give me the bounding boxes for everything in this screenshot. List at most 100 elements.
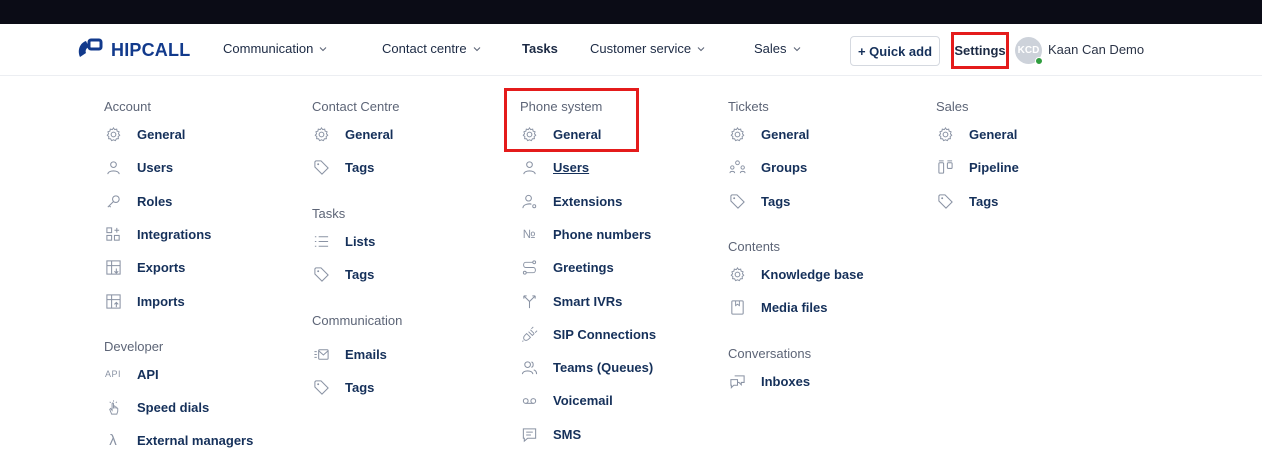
api-icon: API — [104, 369, 121, 379]
chat-icon — [728, 372, 746, 390]
phone-logo-icon — [76, 37, 106, 64]
user-name[interactable]: Kaan Can Demo — [1048, 42, 1144, 57]
file-icon — [728, 298, 746, 316]
menu-item-label: Tags — [345, 159, 375, 175]
menu-item-tickets-general[interactable]: General — [728, 124, 809, 144]
menu-item-label: Imports — [137, 293, 185, 309]
menu-item-label: Inboxes — [761, 373, 811, 389]
menu-item-label: Phone numbers — [553, 226, 652, 242]
gear-icon — [728, 265, 746, 283]
menu-item-label: Tags — [345, 266, 375, 282]
user-icon — [520, 158, 538, 176]
menu-item-label: Smart IVRs — [553, 293, 623, 309]
menu-item-account-users[interactable]: Users — [104, 157, 173, 177]
section-title-contents: Contents — [728, 239, 781, 254]
menu-item-label: Extensions — [553, 193, 623, 209]
tag-icon — [936, 192, 954, 210]
menu-item-tasks-tags[interactable]: Tags — [312, 264, 374, 284]
menu-item-label: API — [137, 366, 159, 382]
menu-item-sales-pipeline[interactable]: Pipeline — [936, 157, 1019, 177]
number-icon: № — [522, 227, 536, 241]
menu-item-sales-general[interactable]: General — [936, 124, 1017, 144]
menu-item-developer-api[interactable]: API API — [104, 364, 159, 384]
menu-item-account-imports[interactable]: Imports — [104, 291, 185, 311]
nav-label: Communication — [223, 41, 314, 56]
integrations-icon — [104, 225, 122, 243]
menu-item-account-exports[interactable]: Exports — [104, 257, 185, 277]
menu-item-contact-centre-general[interactable]: General — [312, 124, 393, 144]
menu-item-label: Integrations — [137, 226, 212, 242]
menu-item-label: Speed dials — [137, 399, 210, 415]
top-navbar: HIPCALL Communication Contact centre Tas… — [0, 24, 1262, 76]
menu-item-label: External managers — [137, 432, 254, 448]
menu-item-tasks-lists[interactable]: Lists — [312, 231, 375, 251]
tag-icon — [728, 192, 746, 210]
menu-item-label: SIP Connections — [553, 326, 657, 342]
section-title-communication: Communication — [312, 313, 403, 328]
menu-item-conversations-inboxes[interactable]: Inboxes — [728, 371, 810, 391]
menu-item-contents-knowledge-base[interactable]: Knowledge base — [728, 264, 864, 284]
settings-link[interactable]: Settings — [951, 32, 1009, 69]
highlight-box-phone-general — [504, 88, 639, 152]
menu-item-phone-sip-connections[interactable]: SIP Connections — [520, 324, 656, 344]
section-title-account: Account — [104, 99, 151, 114]
user-settings-icon — [520, 192, 538, 210]
menu-item-tickets-tags[interactable]: Tags — [728, 191, 790, 211]
menu-item-contents-media-files[interactable]: Media files — [728, 297, 827, 317]
menu-item-contact-centre-tags[interactable]: Tags — [312, 157, 374, 177]
menu-item-label: Emails — [345, 346, 387, 362]
menu-item-label: Pipeline — [969, 159, 1019, 175]
nav-communication[interactable]: Communication — [223, 41, 327, 56]
menu-item-phone-numbers[interactable]: № Phone numbers — [520, 224, 652, 244]
menu-item-label: Media files — [761, 299, 828, 315]
quick-add-button[interactable]: + Quick add — [850, 36, 940, 66]
menu-item-tickets-groups[interactable]: Groups — [728, 157, 807, 177]
menu-item-account-integrations[interactable]: Integrations — [104, 224, 211, 244]
brand-logo[interactable]: HIPCALL — [76, 38, 190, 62]
plug-icon — [520, 325, 538, 343]
menu-item-account-roles[interactable]: Roles — [104, 191, 172, 211]
menu-item-sales-tags[interactable]: Tags — [936, 191, 998, 211]
chevron-down-icon — [697, 46, 705, 51]
gear-icon — [104, 125, 122, 143]
menu-item-label: Teams (Queues) — [553, 359, 654, 375]
brand-name: HIPCALL — [111, 39, 191, 60]
menu-item-phone-teams-queues[interactable]: Teams (Queues) — [520, 357, 653, 377]
menu-item-phone-users[interactable]: Users — [520, 157, 589, 177]
menu-item-phone-extensions[interactable]: Extensions — [520, 191, 622, 211]
top-strip — [0, 0, 1262, 24]
gear-icon — [728, 125, 746, 143]
menu-item-label: General — [761, 126, 810, 142]
menu-item-phone-voicemail[interactable]: Voicemail — [520, 390, 613, 410]
section-title-sales: Sales — [936, 99, 969, 114]
nav-label: Customer service — [590, 41, 692, 56]
menu-item-label: Greetings — [553, 259, 614, 275]
menu-item-communication-tags[interactable]: Tags — [312, 377, 374, 397]
section-title-conversations: Conversations — [728, 346, 812, 361]
nav-tasks[interactable]: Tasks — [522, 41, 558, 56]
email-icon — [312, 345, 330, 363]
menu-item-phone-smart-ivrs[interactable]: Smart IVRs — [520, 291, 622, 311]
menu-item-phone-greetings[interactable]: Greetings — [520, 257, 614, 277]
section-title-tasks: Tasks — [312, 206, 346, 221]
menu-item-label: Users — [553, 159, 590, 175]
menu-item-label: Roles — [137, 193, 173, 209]
gear-icon — [312, 125, 330, 143]
menu-item-communication-emails[interactable]: Emails — [312, 344, 387, 364]
section-title-developer: Developer — [104, 339, 164, 354]
menu-item-developer-speed-dials[interactable]: Speed dials — [104, 397, 209, 417]
menu-item-phone-sms[interactable]: SMS — [520, 424, 581, 444]
section-title-tickets: Tickets — [728, 99, 769, 114]
nav-label: Tasks — [522, 41, 558, 56]
route-icon — [520, 258, 538, 276]
pipeline-icon — [936, 158, 954, 176]
nav-sales[interactable]: Sales — [754, 41, 801, 56]
nav-customer-service[interactable]: Customer service — [590, 41, 705, 56]
menu-item-developer-external-managers[interactable]: λ External managers — [104, 430, 253, 450]
menu-item-label: General — [969, 126, 1018, 142]
nav-contact-centre[interactable]: Contact centre — [382, 41, 481, 56]
team-icon — [520, 358, 538, 376]
menu-item-account-general[interactable]: General — [104, 124, 185, 144]
split-icon — [520, 292, 538, 310]
menu-item-label: Tags — [345, 379, 375, 395]
